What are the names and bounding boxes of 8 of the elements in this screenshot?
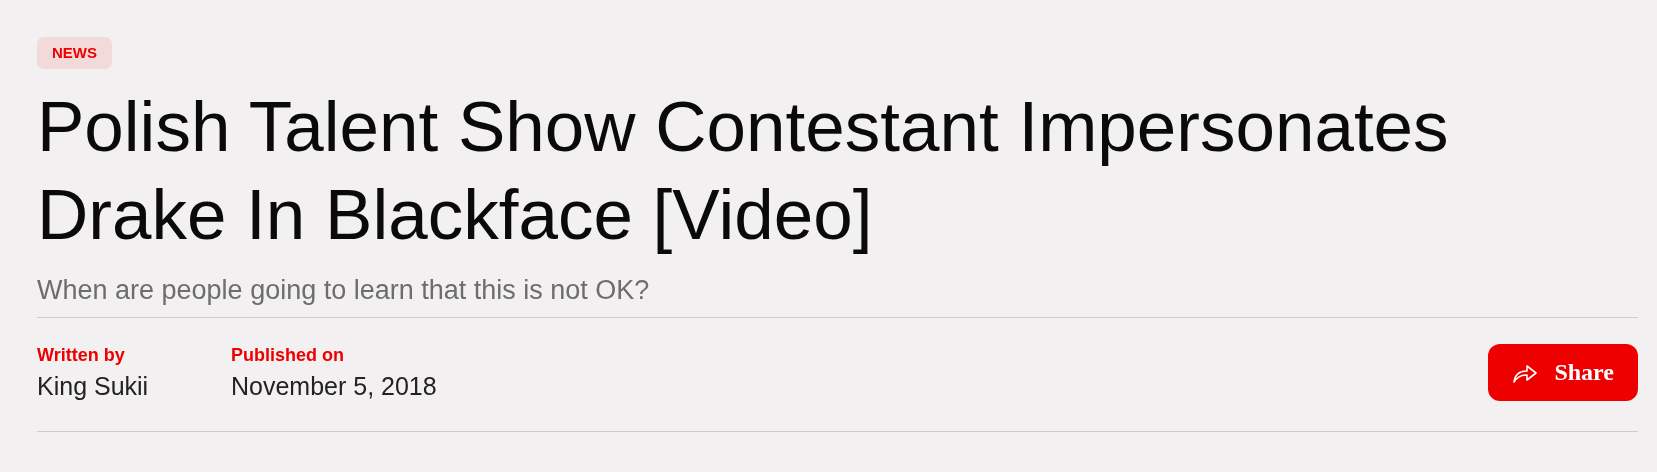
subheadline: When are people going to learn that this is not OK? bbox=[37, 274, 651, 307]
category-tag[interactable]: NEWS bbox=[37, 37, 112, 69]
meta-value: King Sukii bbox=[37, 371, 150, 401]
meta-value: November 5, 2018 bbox=[231, 371, 438, 401]
headline: Polish Talent Show Contestant Impersonates Drake In Blackface [Video] bbox=[37, 86, 1450, 256]
meta-label: Written by bbox=[37, 344, 126, 366]
meta-label: Published on bbox=[231, 344, 345, 366]
share-button[interactable]: Share bbox=[1488, 344, 1638, 401]
